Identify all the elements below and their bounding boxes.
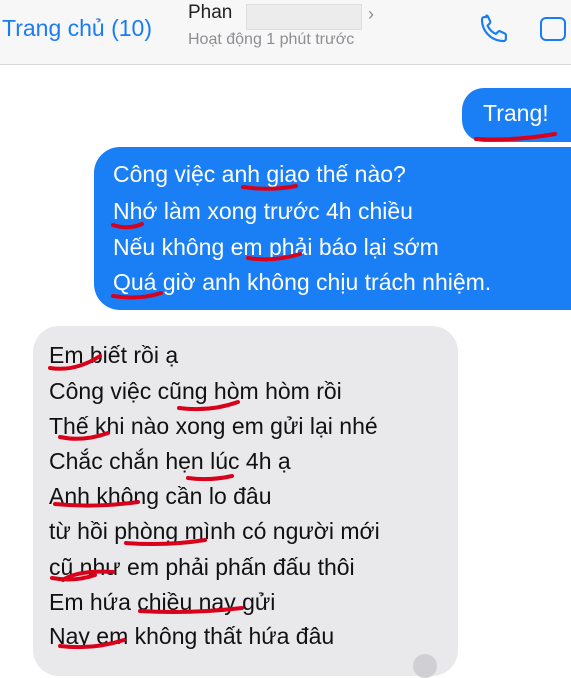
message-line: Thế khi nào xong em gửi lại nhé: [49, 413, 378, 439]
message-text: Trang!: [483, 100, 549, 126]
sent-message-bubble[interactable]: Công việc anh giao thế nào? Nhớ làm xong…: [94, 147, 571, 310]
message-line: Nay em không thất hứa đâu: [49, 623, 335, 649]
message-line: Em hứa chiều nay gửi: [49, 589, 276, 615]
redacted-name-box: [246, 4, 362, 30]
message-line: từ hồi phòng mình có người mới: [49, 518, 380, 544]
read-receipt-avatar: [413, 654, 437, 678]
received-message-bubble[interactable]: Em biết rồi ạ Công việc cũng hòm hòm rồi…: [33, 326, 458, 676]
message-line: Nếu không em phải báo lại sớm: [113, 234, 439, 260]
message-line: Chắc chắn hẹn lúc 4h ạ: [49, 448, 291, 474]
message-line: Em biết rồi ạ: [49, 342, 179, 368]
message-line: cũ như em phải phấn đấu thôi: [49, 554, 355, 580]
phone-icon[interactable]: [477, 12, 511, 46]
chevron-right-icon[interactable]: ›: [368, 4, 374, 25]
active-status: Hoạt động 1 phút trước: [188, 31, 355, 48]
contact-name[interactable]: Phan: [188, 2, 232, 24]
message-line: Quá giờ anh không chịu trách nhiệm.: [113, 269, 492, 295]
back-button[interactable]: Trang chủ (10): [2, 15, 152, 42]
video-call-icon[interactable]: [539, 15, 571, 43]
sent-message-bubble[interactable]: Trang!: [462, 88, 571, 142]
chat-header: Trang chủ (10) Phan › Hoạt động 1 phút t…: [0, 0, 571, 65]
message-line: Anh không cần lo đâu: [49, 483, 272, 509]
message-line: Công việc cũng hòm hòm rồi: [49, 378, 342, 404]
message-line: Nhớ làm xong trước 4h chiều: [113, 198, 413, 224]
message-line: Công việc anh giao thế nào?: [113, 161, 406, 187]
